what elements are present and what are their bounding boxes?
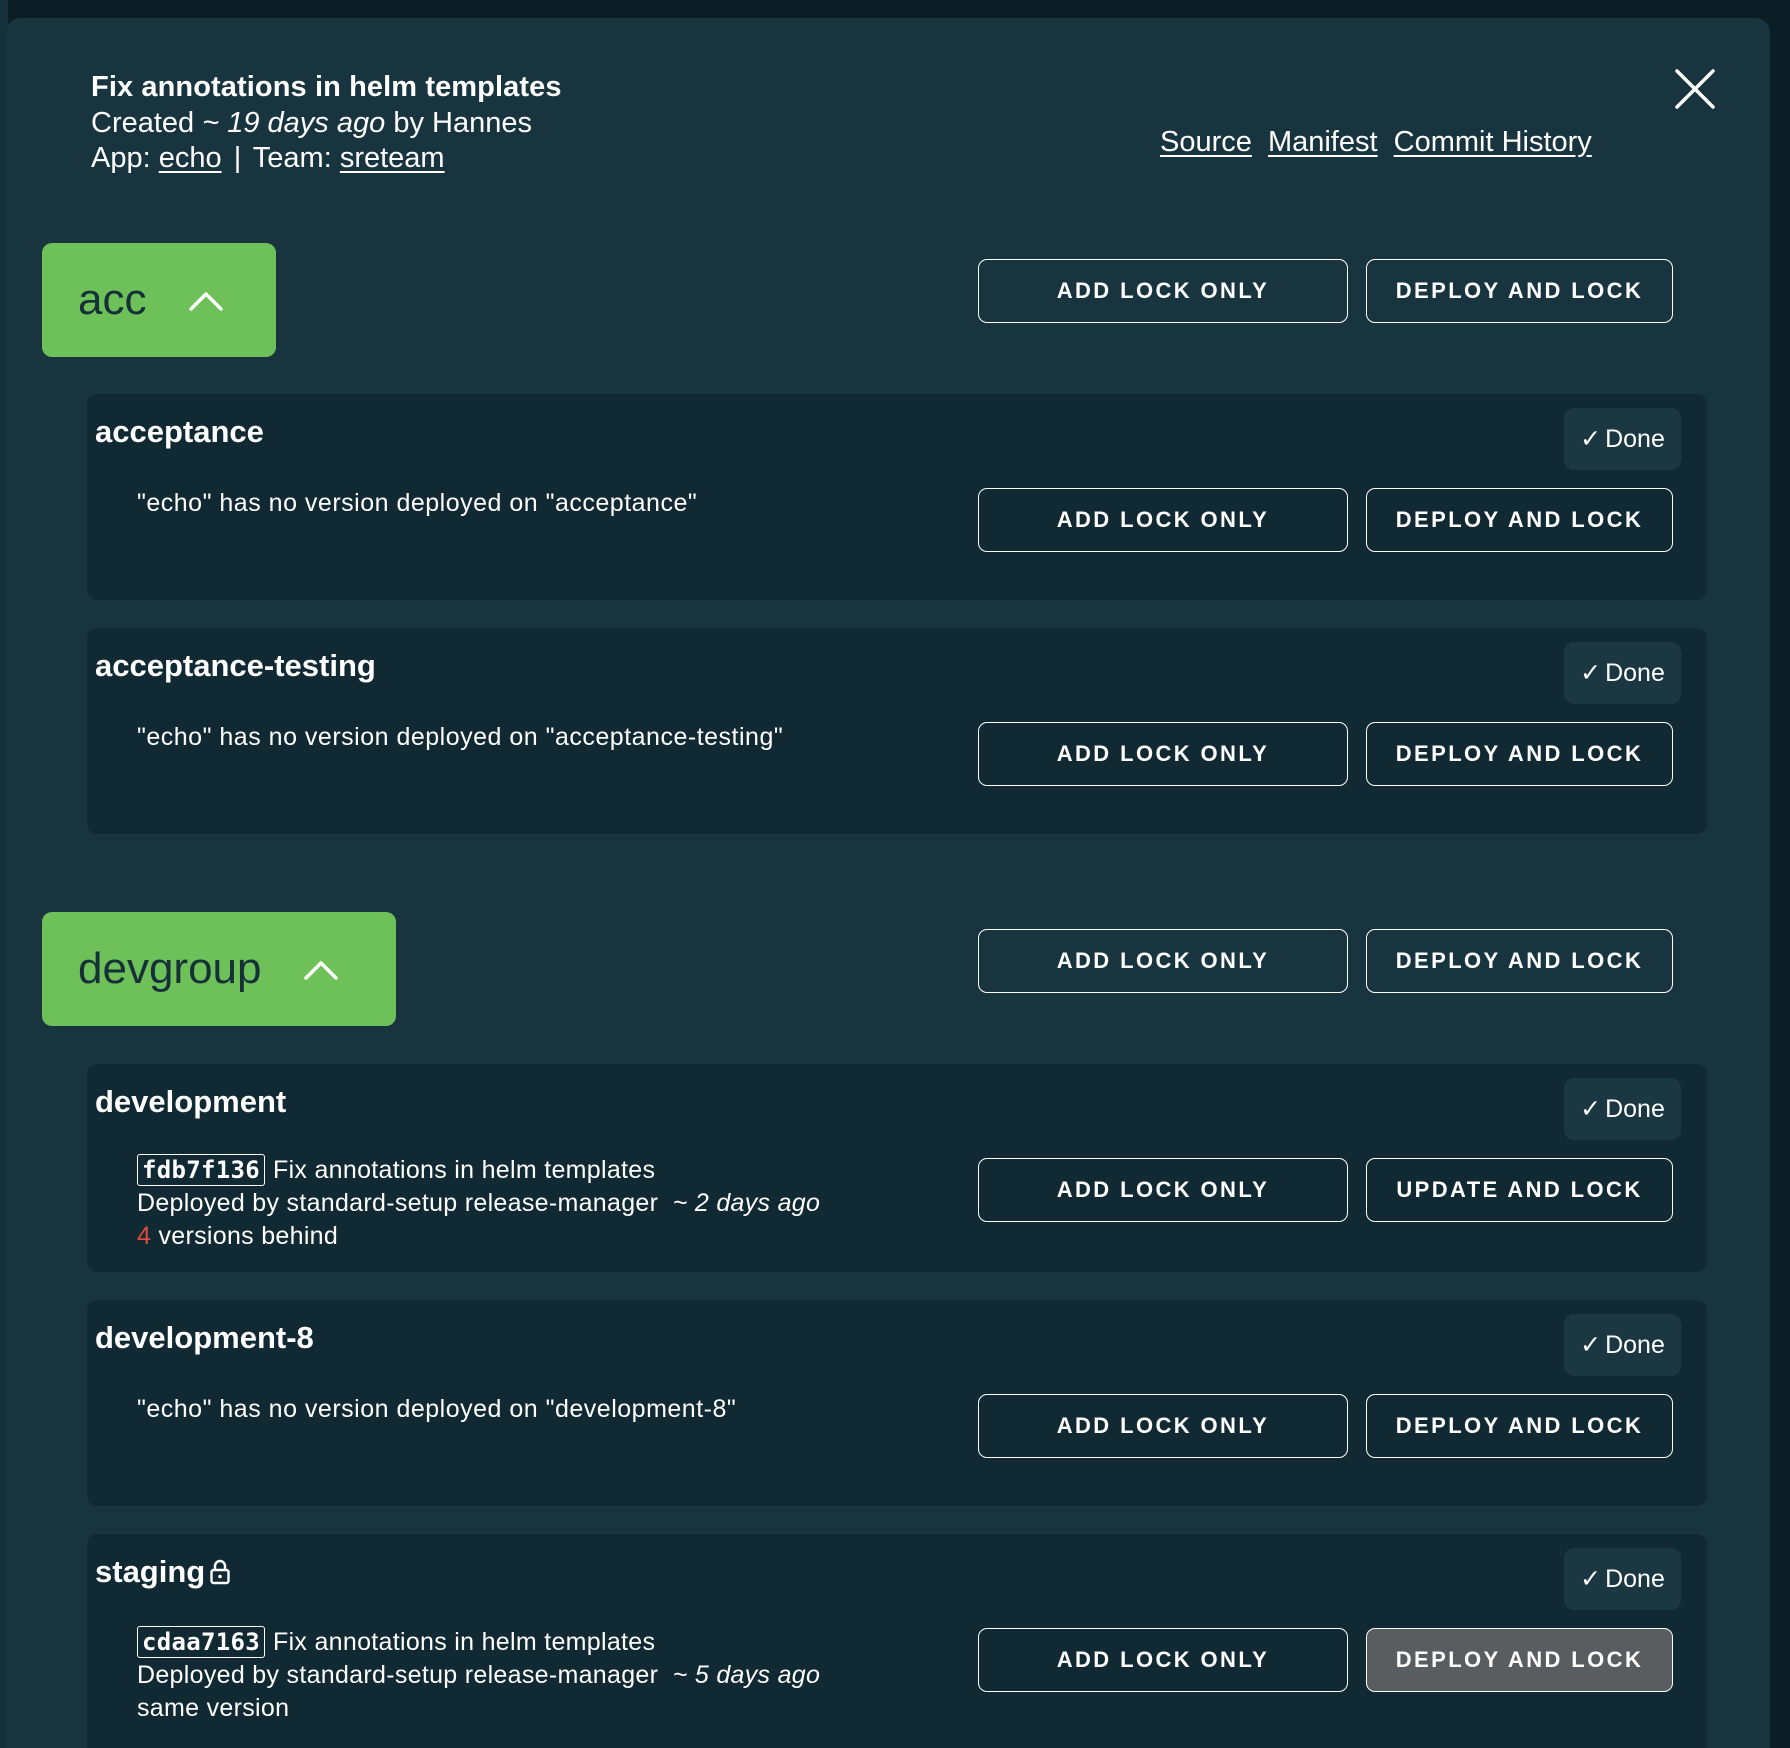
check-icon: ✓: [1580, 1095, 1602, 1123]
deployed-by-line: Deployed by standard-setup release-manag…: [137, 1659, 820, 1692]
env-name: acceptance: [95, 414, 264, 449]
done-button[interactable]: ✓ Done: [1564, 1078, 1681, 1140]
group-add-lock-button[interactable]: ADD LOCK ONLY: [978, 929, 1348, 993]
app-link[interactable]: echo: [159, 142, 222, 174]
close-icon: [1675, 69, 1715, 109]
group-deploy-and-lock-button[interactable]: DEPLOY AND LOCK: [1366, 259, 1673, 323]
version-status: same version: [137, 1694, 290, 1722]
deployed-by-line: Deployed by standard-setup release-manag…: [137, 1187, 820, 1220]
group-toggle-acc[interactable]: acc: [42, 243, 276, 357]
done-label: Done: [1605, 1330, 1665, 1359]
close-button[interactable]: [1669, 63, 1721, 115]
commit-history-link[interactable]: Commit History: [1394, 126, 1592, 158]
deployed-by: Deployed by standard-setup release-manag…: [137, 1189, 659, 1217]
done-label: Done: [1605, 424, 1665, 453]
commit-message: Fix annotations in helm templates: [273, 1628, 656, 1656]
versions-behind-line: 4 versions behind: [137, 1220, 820, 1253]
commit-hash: cdaa7163: [137, 1626, 265, 1658]
check-icon: ✓: [1580, 425, 1602, 453]
env-name: acceptance-testing: [95, 648, 376, 683]
behind-count: 4: [137, 1222, 152, 1250]
no-version-message: "echo" has no version deployed on "devel…: [137, 1395, 737, 1423]
group-toggle-devgroup[interactable]: devgroup: [42, 912, 396, 1026]
commit-message: Fix annotations in helm templates: [273, 1156, 656, 1184]
group-name: devgroup: [78, 944, 262, 993]
no-version-message: "echo" has no version deployed on "accep…: [137, 723, 784, 751]
commit-line: fdb7f136 Fix annotations in helm template…: [137, 1154, 820, 1187]
check-icon: ✓: [1580, 659, 1602, 687]
release-links: Source Manifest Commit History: [1160, 126, 1600, 159]
done-button[interactable]: ✓ Done: [1564, 1548, 1681, 1610]
add-lock-button[interactable]: ADD LOCK ONLY: [978, 1628, 1348, 1692]
deployed-version-info: cdaa7163 Fix annotations in helm template…: [137, 1626, 820, 1725]
separator: |: [233, 142, 242, 174]
app-label: App:: [91, 142, 151, 174]
add-lock-button[interactable]: ADD LOCK ONLY: [978, 488, 1348, 552]
created-age: ~ 19 days ago: [202, 107, 386, 139]
created-prefix: Created: [91, 107, 195, 139]
commit-line: cdaa7163 Fix annotations in helm template…: [137, 1626, 820, 1659]
group-deploy-and-lock-button[interactable]: DEPLOY AND LOCK: [1366, 929, 1673, 993]
deploy-and-lock-button[interactable]: DEPLOY AND LOCK: [1366, 488, 1673, 552]
update-and-lock-button[interactable]: UPDATE AND LOCK: [1366, 1158, 1673, 1222]
deployed-by: Deployed by standard-setup release-manag…: [137, 1661, 659, 1689]
env-name: development-8: [95, 1320, 314, 1355]
release-title: Fix annotations in helm templates: [91, 71, 562, 103]
env-name: development: [95, 1084, 287, 1119]
done-button[interactable]: ✓ Done: [1564, 1314, 1681, 1376]
lock-icon[interactable]: [209, 1559, 231, 1585]
deployed-age: ~ 5 days ago: [672, 1661, 821, 1689]
done-label: Done: [1605, 658, 1665, 687]
chevron-up-icon: [189, 292, 224, 311]
team-label: Team:: [252, 142, 332, 174]
group-name: acc: [78, 275, 147, 324]
chevron-up-icon: [304, 961, 339, 980]
done-button[interactable]: ✓ Done: [1564, 408, 1681, 470]
source-link[interactable]: Source: [1160, 126, 1252, 158]
created-line: Created ~ 19 days ago by Hannes: [91, 106, 562, 141]
done-label: Done: [1605, 1094, 1665, 1123]
add-lock-button[interactable]: ADD LOCK ONLY: [978, 1394, 1348, 1458]
deployed-age: ~ 2 days ago: [672, 1189, 821, 1217]
env-name-row: staging: [95, 1554, 231, 1590]
manifest-link[interactable]: Manifest: [1268, 126, 1378, 158]
release-dialog: Fix annotations in helm templates Create…: [6, 18, 1770, 1748]
team-link[interactable]: sreteam: [340, 142, 445, 174]
no-version-message: "echo" has no version deployed on "accep…: [137, 489, 698, 517]
deployed-version-info: fdb7f136 Fix annotations in helm template…: [137, 1154, 820, 1253]
done-button[interactable]: ✓ Done: [1564, 642, 1681, 704]
env-name: staging: [95, 1554, 206, 1589]
add-lock-button[interactable]: ADD LOCK ONLY: [978, 1158, 1348, 1222]
add-lock-button[interactable]: ADD LOCK ONLY: [978, 722, 1348, 786]
deploy-and-lock-button[interactable]: DEPLOY AND LOCK: [1366, 722, 1673, 786]
behind-text: versions behind: [158, 1222, 339, 1250]
created-by: by Hannes: [393, 107, 532, 139]
app-team-line: App: echo | Team: sreteam: [91, 141, 562, 176]
done-label: Done: [1605, 1564, 1665, 1593]
commit-hash: fdb7f136: [137, 1154, 265, 1186]
group-add-lock-button[interactable]: ADD LOCK ONLY: [978, 259, 1348, 323]
check-icon: ✓: [1580, 1565, 1602, 1593]
deploy-and-lock-button[interactable]: DEPLOY AND LOCK: [1366, 1628, 1673, 1692]
check-icon: ✓: [1580, 1331, 1602, 1359]
dialog-header: Fix annotations in helm templates Create…: [91, 68, 562, 176]
deploy-and-lock-button[interactable]: DEPLOY AND LOCK: [1366, 1394, 1673, 1458]
